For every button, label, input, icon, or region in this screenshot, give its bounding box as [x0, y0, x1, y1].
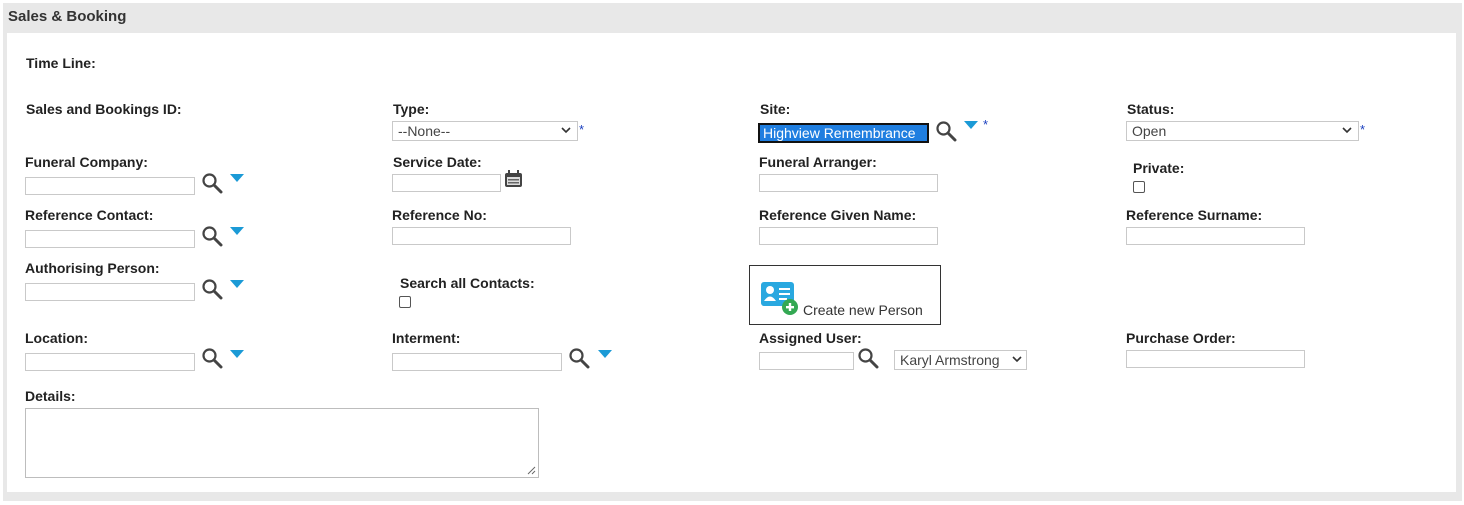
details-label: Details: [25, 388, 76, 404]
location-dropdown-icon[interactable] [230, 350, 244, 358]
reference-given-name-label: Reference Given Name: [759, 207, 917, 223]
type-label: Type: [393, 101, 430, 117]
reference-no-label: Reference No: [392, 207, 487, 223]
status-select-value: Open [1132, 123, 1167, 139]
create-new-person-button[interactable]: Create new Person [749, 265, 941, 325]
form-content: Time Line: Sales and Bookings ID: Type: … [7, 33, 1456, 492]
panel-title: Sales & Booking [8, 8, 127, 25]
reference-surname-input[interactable] [1126, 227, 1305, 245]
site-select[interactable]: Highview Remembrance [758, 123, 929, 143]
resize-handle-icon[interactable] [527, 466, 536, 475]
details-textarea[interactable] [25, 408, 539, 478]
interment-label: Interment: [392, 330, 461, 346]
authorising-person-label: Authorising Person: [25, 260, 160, 276]
purchase-order-label: Purchase Order: [1126, 330, 1236, 346]
reference-surname-label: Reference Surname: [1126, 207, 1263, 223]
assigned-user-search-icon[interactable] [857, 347, 879, 369]
add-person-card-icon [761, 282, 798, 315]
type-select[interactable]: --None-- [392, 121, 578, 141]
status-required-marker: * [1360, 122, 1366, 137]
assigned-user-input[interactable] [759, 352, 854, 370]
chevron-down-icon [1012, 356, 1022, 363]
type-required-marker: * [579, 122, 585, 137]
reference-contact-label: Reference Contact: [25, 207, 154, 223]
funeral-arranger-input[interactable] [759, 174, 938, 192]
search-all-contacts-checkbox[interactable] [399, 296, 411, 308]
purchase-order-input[interactable] [1126, 350, 1305, 368]
authorising-person-search-icon[interactable] [201, 278, 223, 300]
funeral-arranger-label: Funeral Arranger: [759, 154, 877, 170]
service-date-input[interactable] [392, 174, 501, 192]
service-date-label: Service Date: [393, 154, 482, 170]
create-new-person-label: Create new Person [803, 302, 923, 318]
sales-id-label: Sales and Bookings ID: [26, 101, 182, 117]
reference-contact-dropdown-icon[interactable] [230, 227, 244, 235]
location-search-icon[interactable] [201, 347, 223, 369]
funeral-company-input[interactable] [25, 177, 195, 195]
site-dropdown-icon[interactable] [964, 121, 978, 129]
reference-contact-input[interactable] [25, 230, 195, 248]
reference-contact-search-icon[interactable] [201, 225, 223, 247]
private-checkbox[interactable] [1133, 181, 1145, 193]
location-label: Location: [25, 330, 88, 346]
funeral-company-dropdown-icon[interactable] [230, 174, 244, 182]
assigned-user-select[interactable]: Karyl Armstrong [894, 350, 1027, 370]
authorising-person-input[interactable] [25, 283, 195, 301]
funeral-company-search-icon[interactable] [201, 172, 223, 194]
interment-search-icon[interactable] [568, 347, 590, 369]
interment-input[interactable] [392, 353, 562, 371]
status-select[interactable]: Open [1126, 121, 1359, 141]
site-label: Site: [760, 101, 791, 117]
chevron-down-icon [561, 127, 571, 134]
interment-dropdown-icon[interactable] [598, 350, 612, 358]
assigned-user-label: Assigned User: [759, 330, 862, 346]
sales-booking-panel: Sales & Booking Time Line: Sales and Boo… [3, 3, 1462, 501]
site-required-marker: * [983, 117, 989, 132]
location-input[interactable] [25, 353, 195, 371]
status-label: Status: [1127, 101, 1175, 117]
time-line-label: Time Line: [26, 55, 96, 71]
type-select-value: --None-- [398, 123, 451, 139]
reference-given-name-input[interactable] [759, 227, 938, 245]
authorising-person-dropdown-icon[interactable] [230, 280, 244, 288]
reference-no-input[interactable] [392, 227, 571, 245]
assigned-user-select-value: Karyl Armstrong [900, 352, 1000, 368]
site-search-icon[interactable] [935, 120, 957, 142]
private-label: Private: [1133, 160, 1185, 176]
search-all-contacts-label: Search all Contacts: [400, 275, 535, 291]
chevron-down-icon [1342, 127, 1352, 134]
funeral-company-label: Funeral Company: [25, 154, 148, 170]
calendar-icon[interactable] [504, 170, 524, 188]
site-select-value: Highview Remembrance [763, 125, 916, 141]
